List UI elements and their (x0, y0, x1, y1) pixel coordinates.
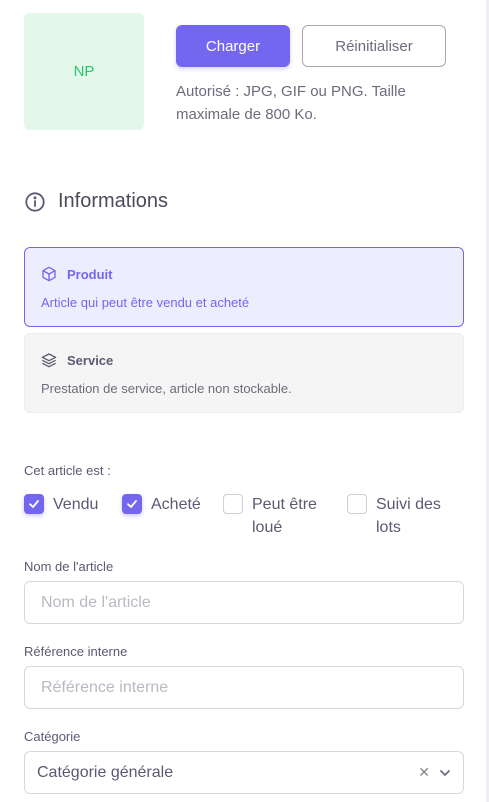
checkbox-box[interactable] (223, 494, 243, 514)
section-header: Informations (24, 190, 168, 213)
upload-button[interactable]: Charger (176, 25, 290, 67)
ref-label: Référence interne (24, 644, 128, 659)
check-icon (29, 500, 39, 508)
type-description: Prestation de service, article non stock… (41, 381, 292, 396)
ref-input[interactable] (24, 666, 464, 709)
name-label: Nom de l'article (24, 559, 114, 574)
section-title: Informations (58, 190, 169, 212)
checkbox-vendu[interactable]: Vendu (24, 493, 98, 516)
checkbox-achete[interactable]: Acheté (122, 493, 201, 516)
checkbox-label: Suivi des lots (376, 496, 441, 536)
checkbox-box[interactable] (347, 494, 367, 514)
checkbox-label: Peut être loué (252, 496, 317, 536)
category-label: Catégorie (24, 729, 81, 744)
upload-hint: Autorisé : JPG, GIF ou PNG. Taille maxim… (176, 83, 406, 123)
checkbox-label: Vendu (53, 496, 99, 513)
type-option-service[interactable]: Service Prestation de service, article n… (24, 333, 464, 413)
category-select[interactable]: Catégorie générale ✕ (24, 751, 464, 794)
layers-icon (41, 353, 57, 368)
type-title: Produit (67, 266, 113, 282)
type-description: Article qui peut être vendu et acheté (41, 295, 250, 310)
type-title: Service (67, 352, 114, 368)
check-icon (127, 500, 137, 508)
name-input[interactable] (24, 581, 464, 624)
avatar-initials: NP (73, 63, 95, 80)
category-value: Catégorie générale (37, 763, 174, 781)
clear-icon[interactable]: ✕ (418, 764, 430, 781)
type-option-produit[interactable]: Produit Article qui peut être vendu et a… (24, 247, 464, 327)
box-icon (42, 266, 56, 282)
checkbox-label: Acheté (151, 496, 201, 513)
info-circle-icon (25, 191, 45, 212)
checkbox-box[interactable] (24, 494, 44, 514)
checkbox-box[interactable] (122, 494, 142, 514)
avatar: NP (24, 13, 144, 130)
checkbox-peut-etre-loue[interactable]: Peut être loué (223, 493, 333, 539)
chevron-down-icon[interactable] (439, 767, 451, 779)
reset-button[interactable]: Réinitialiser (302, 25, 446, 67)
checkbox-suivi-des-lots[interactable]: Suivi des lots (347, 493, 457, 539)
flags-label: Cet article est : (24, 463, 111, 478)
